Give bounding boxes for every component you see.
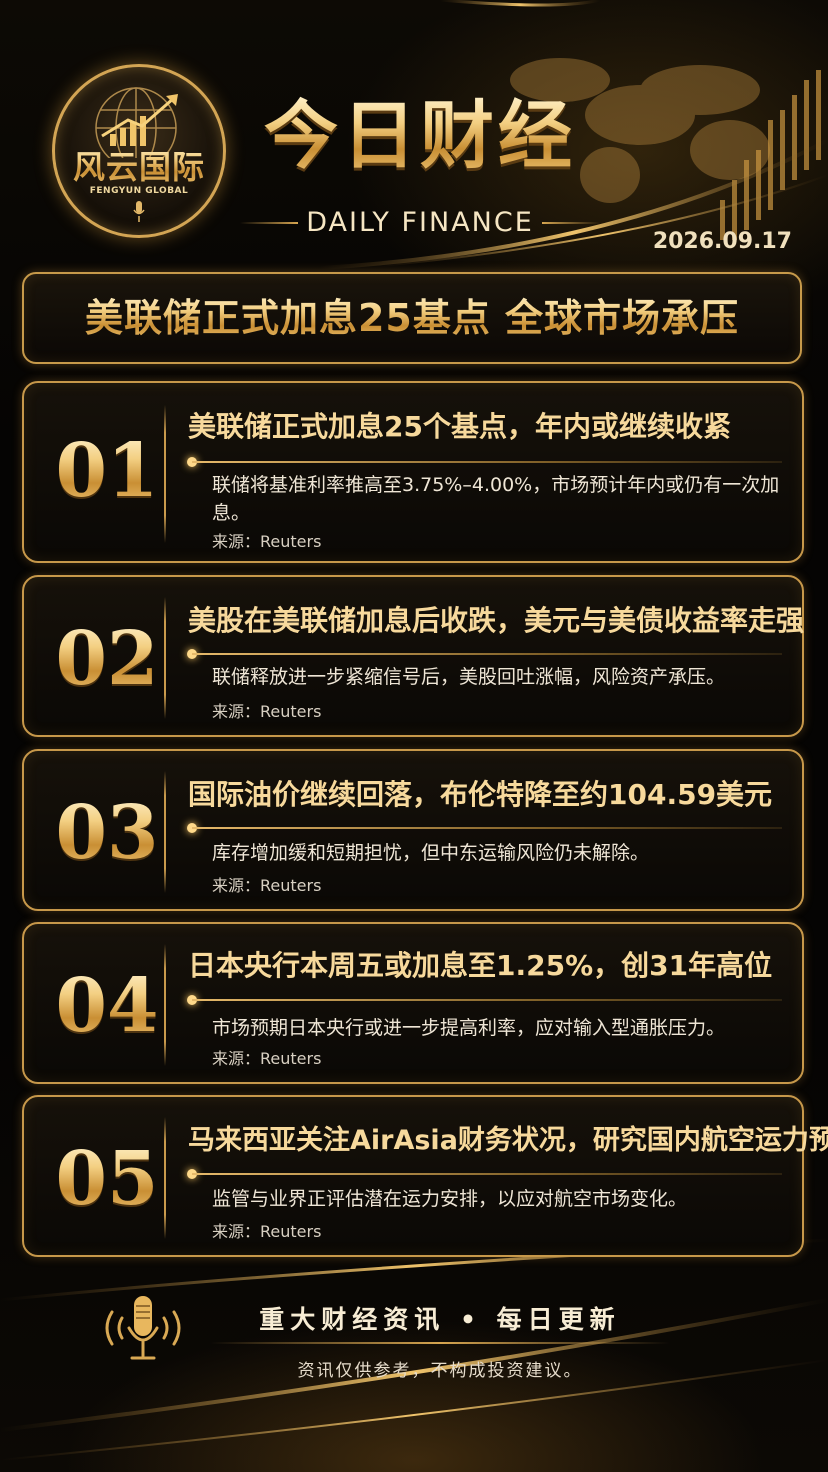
news-description: 联储释放进一步紧缩信号后，美股回吐涨幅，风险资产承压。	[212, 666, 726, 688]
news-description: 市场预期日本央行或进一步提高利率，应对输入型通胀压力。	[212, 1017, 726, 1039]
microphone-icon	[133, 201, 145, 222]
news-title: 美股在美联储加息后收跌，美元与美债收益率走强	[188, 604, 805, 637]
brand-logo: 风云国际 FENGYUN GLOBAL	[52, 64, 226, 238]
news-source: 来源：Reuters	[212, 876, 322, 895]
footer-divider	[210, 1342, 670, 1344]
card-divider	[164, 771, 166, 893]
microphone-icon	[105, 1296, 181, 1360]
poster: 风云国际 FENGYUN GLOBAL 今日财经 DAILY FINANCE 2…	[0, 0, 828, 1472]
news-card-3[interactable]: 03 国际油价继续回落，布伦特降至约104.59美元 库存增加缓和短期担忧，但中…	[22, 749, 804, 911]
news-card-4[interactable]: 04 日本央行本周五或加息至1.25%，创31年高位 市场预期日本央行或进一步提…	[22, 922, 804, 1084]
brand-name-cn: 风云国际	[52, 142, 226, 188]
news-description: 监管与业界正评估潜在运力安排，以应对航空市场变化。	[212, 1188, 688, 1210]
news-card-1[interactable]: 01 美联储正式加息25个基点，年内或继续收紧 联储将基准利率推高至3.75%–…	[22, 381, 804, 563]
card-divider	[164, 944, 166, 1066]
title-underline	[192, 461, 782, 463]
news-number: 02	[48, 619, 166, 699]
news-description: 联储将基准利率推高至3.75%–4.00%，市场预计年内或仍有一次加息。	[212, 474, 780, 524]
card-divider	[164, 405, 166, 543]
page-title: 今日财经	[240, 92, 600, 180]
title-underline	[192, 1173, 782, 1175]
news-title: 国际油价继续回落，布伦特降至约104.59美元	[188, 778, 773, 811]
card-divider	[164, 1117, 166, 1239]
subtitle-divider-right	[542, 222, 600, 224]
news-title: 马来西亚关注AirAsia财务状况，研究国内航空运力预案	[188, 1125, 828, 1156]
footer-slogan: 重大财经资讯 • 每日更新	[259, 1305, 621, 1334]
issue-date: 2026.09.17	[652, 229, 792, 254]
news-source: 来源：Reuters	[212, 1222, 322, 1241]
news-number: 03	[48, 793, 166, 873]
news-card-5[interactable]: 05 马来西亚关注AirAsia财务状况，研究国内航空运力预案 监管与业界正评估…	[22, 1095, 828, 1257]
news-source: 来源：Reuters	[212, 532, 322, 551]
title-underline	[192, 999, 782, 1001]
news-title: 美联储正式加息25个基点，年内或继续收紧	[188, 410, 731, 443]
title-underline	[192, 653, 782, 655]
brand-name-en: FENGYUN GLOBAL	[89, 186, 189, 196]
headline-text: 美联储正式加息25基点 全球市场承压	[24, 292, 800, 344]
news-source: 来源：Reuters	[212, 1049, 322, 1068]
news-source: 来源：Reuters	[212, 702, 322, 721]
news-title: 日本央行本周五或加息至1.25%，创31年高位	[188, 949, 773, 982]
news-description: 库存增加缓和短期担忧，但中东运输风险仍未解除。	[212, 842, 650, 864]
news-card-2[interactable]: 02 美股在美联储加息后收跌，美元与美债收益率走强 联储释放进一步紧缩信号后，美…	[22, 575, 804, 737]
headline-banner: 美联储正式加息25基点 全球市场承压	[22, 272, 802, 364]
footer-disclaimer: 资讯仅供参考，不构成投资建议。	[297, 1361, 583, 1381]
subtitle-row: DAILY FINANCE	[240, 205, 600, 239]
news-number: 05	[48, 1139, 166, 1219]
title-underline	[192, 827, 782, 829]
news-number: 04	[48, 966, 166, 1046]
news-number: 01	[48, 431, 166, 511]
card-divider	[164, 597, 166, 719]
